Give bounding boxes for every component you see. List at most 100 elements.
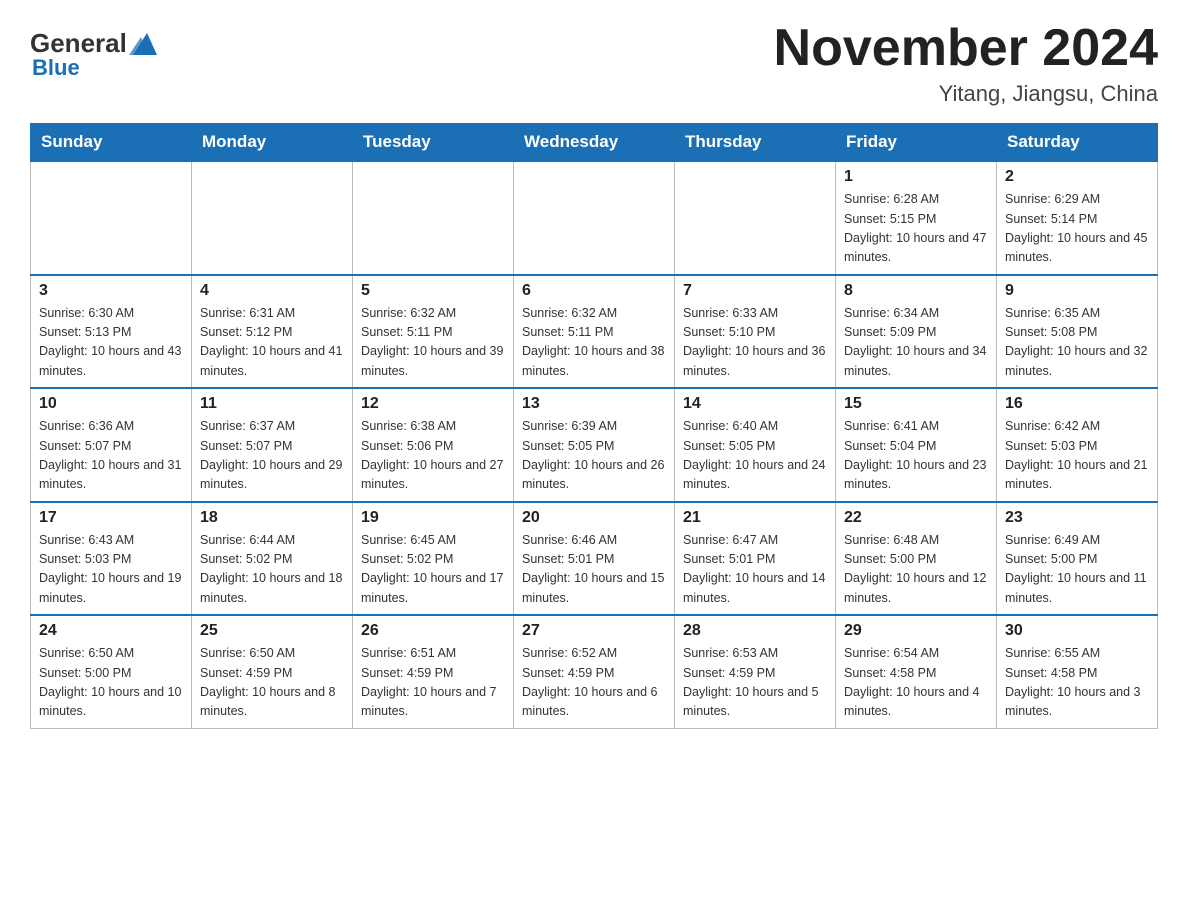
weekday-header-monday: Monday xyxy=(192,124,353,162)
day-number: 24 xyxy=(39,622,183,640)
calendar-cell: 18Sunrise: 6:44 AM Sunset: 5:02 PM Dayli… xyxy=(192,502,353,616)
day-number: 6 xyxy=(522,282,666,300)
day-number: 30 xyxy=(1005,622,1149,640)
calendar-cell: 5Sunrise: 6:32 AM Sunset: 5:11 PM Daylig… xyxy=(353,275,514,389)
day-number: 22 xyxy=(844,509,988,527)
day-number: 8 xyxy=(844,282,988,300)
week-row-5: 24 Sunrise: 6:50 AM Sunset: 5:00 PM Dayli… xyxy=(31,615,1158,728)
day-info: Sunrise: 6:50 AM Sunset: 5:00 PM Dayligh… xyxy=(39,644,183,722)
day-number: 14 xyxy=(683,395,827,413)
day-info: Sunrise: 6:55 AM Sunset: 4:58 PM Dayligh… xyxy=(1005,644,1149,722)
calendar-cell: 30 Sunrise: 6:55 AM Sunset: 4:58 PM Dayli… xyxy=(997,615,1158,728)
day-info: Sunrise: 6:31 AM Sunset: 5:12 PM Dayligh… xyxy=(200,304,344,382)
calendar-cell xyxy=(353,161,514,275)
day-info: Sunrise: 6:42 AM Sunset: 5:03 PM Dayligh… xyxy=(1005,417,1149,495)
calendar-cell: 4 Sunrise: 6:31 AM Sunset: 5:12 PM Daylig… xyxy=(192,275,353,389)
day-number: 13 xyxy=(522,395,666,413)
calendar-cell: 11 Sunrise: 6:37 AM Sunset: 5:07 PM Dayli… xyxy=(192,388,353,502)
calendar-cell xyxy=(514,161,675,275)
calendar-cell: 27 Sunrise: 6:52 AM Sunset: 4:59 PM Dayli… xyxy=(514,615,675,728)
calendar-cell: 17 Sunrise: 6:43 AM Sunset: 5:03 PM Dayli… xyxy=(31,502,192,616)
calendar-cell xyxy=(192,161,353,275)
weekday-header-saturday: Saturday xyxy=(997,124,1158,162)
calendar-cell: 10 Sunrise: 6:36 AM Sunset: 5:07 PM Dayli… xyxy=(31,388,192,502)
day-number: 28 xyxy=(683,622,827,640)
day-info: Sunrise: 6:41 AM Sunset: 5:04 PM Dayligh… xyxy=(844,417,988,495)
day-info: Sunrise: 6:49 AM Sunset: 5:00 PM Dayligh… xyxy=(1005,531,1149,609)
day-info: Sunrise: 6:32 AM Sunset: 5:11 PM Dayligh… xyxy=(522,304,666,382)
calendar-cell: 14 Sunrise: 6:40 AM Sunset: 5:05 PM Dayli… xyxy=(675,388,836,502)
day-number: 9 xyxy=(1005,282,1149,300)
day-info: Sunrise: 6:53 AM Sunset: 4:59 PM Dayligh… xyxy=(683,644,827,722)
calendar-cell: 1 Sunrise: 6:28 AM Sunset: 5:15 PM Daylig… xyxy=(836,161,997,275)
day-number: 18 xyxy=(200,509,344,527)
day-number: 10 xyxy=(39,395,183,413)
day-number: 27 xyxy=(522,622,666,640)
day-info: Sunrise: 6:34 AM Sunset: 5:09 PM Dayligh… xyxy=(844,304,988,382)
weekday-header-wednesday: Wednesday xyxy=(514,124,675,162)
calendar-cell: 22 Sunrise: 6:48 AM Sunset: 5:00 PM Dayli… xyxy=(836,502,997,616)
calendar-cell: 7 Sunrise: 6:33 AM Sunset: 5:10 PM Daylig… xyxy=(675,275,836,389)
day-info: Sunrise: 6:54 AM Sunset: 4:58 PM Dayligh… xyxy=(844,644,988,722)
calendar-cell: 9 Sunrise: 6:35 AM Sunset: 5:08 PM Daylig… xyxy=(997,275,1158,389)
day-info: Sunrise: 6:52 AM Sunset: 4:59 PM Dayligh… xyxy=(522,644,666,722)
calendar: SundayMondayTuesdayWednesdayThursdayFrid… xyxy=(30,123,1158,729)
weekday-header-sunday: Sunday xyxy=(31,124,192,162)
day-number: 23 xyxy=(1005,509,1149,527)
weekday-header-row: SundayMondayTuesdayWednesdayThursdayFrid… xyxy=(31,124,1158,162)
calendar-cell: 20 Sunrise: 6:46 AM Sunset: 5:01 PM Dayli… xyxy=(514,502,675,616)
day-number: 11 xyxy=(200,395,344,413)
weekday-header-thursday: Thursday xyxy=(675,124,836,162)
week-row-2: 3 Sunrise: 6:30 AM Sunset: 5:13 PM Daylig… xyxy=(31,275,1158,389)
day-number: 12 xyxy=(361,395,505,413)
day-number: 29 xyxy=(844,622,988,640)
calendar-cell: 24 Sunrise: 6:50 AM Sunset: 5:00 PM Dayli… xyxy=(31,615,192,728)
day-number: 4 xyxy=(200,282,344,300)
calendar-cell: 6 Sunrise: 6:32 AM Sunset: 5:11 PM Daylig… xyxy=(514,275,675,389)
logo: General Blue xyxy=(30,20,157,81)
day-info: Sunrise: 6:30 AM Sunset: 5:13 PM Dayligh… xyxy=(39,304,183,382)
day-info: Sunrise: 6:38 AM Sunset: 5:06 PM Dayligh… xyxy=(361,417,505,495)
week-row-3: 10 Sunrise: 6:36 AM Sunset: 5:07 PM Dayli… xyxy=(31,388,1158,502)
logo-triangle-icon xyxy=(129,33,157,55)
calendar-cell: 26 Sunrise: 6:51 AM Sunset: 4:59 PM Dayli… xyxy=(353,615,514,728)
day-number: 3 xyxy=(39,282,183,300)
day-info: Sunrise: 6:36 AM Sunset: 5:07 PM Dayligh… xyxy=(39,417,183,495)
day-number: 2 xyxy=(1005,168,1149,186)
title-area: November 2024 Yitang, Jiangsu, China xyxy=(774,20,1158,107)
logo-blue-text: Blue xyxy=(32,55,80,81)
day-number: 15 xyxy=(844,395,988,413)
day-info: Sunrise: 6:40 AM Sunset: 5:05 PM Dayligh… xyxy=(683,417,827,495)
day-number: 19 xyxy=(361,509,505,527)
day-info: Sunrise: 6:47 AM Sunset: 5:01 PM Dayligh… xyxy=(683,531,827,609)
calendar-cell: 21 Sunrise: 6:47 AM Sunset: 5:01 PM Dayli… xyxy=(675,502,836,616)
day-info: Sunrise: 6:51 AM Sunset: 4:59 PM Dayligh… xyxy=(361,644,505,722)
day-info: Sunrise: 6:45 AM Sunset: 5:02 PM Dayligh… xyxy=(361,531,505,609)
day-info: Sunrise: 6:28 AM Sunset: 5:15 PM Dayligh… xyxy=(844,190,988,268)
day-number: 17 xyxy=(39,509,183,527)
day-info: Sunrise: 6:35 AM Sunset: 5:08 PM Dayligh… xyxy=(1005,304,1149,382)
day-info: Sunrise: 6:29 AM Sunset: 5:14 PM Dayligh… xyxy=(1005,190,1149,268)
day-number: 21 xyxy=(683,509,827,527)
week-row-4: 17 Sunrise: 6:43 AM Sunset: 5:03 PM Dayli… xyxy=(31,502,1158,616)
day-info: Sunrise: 6:48 AM Sunset: 5:00 PM Dayligh… xyxy=(844,531,988,609)
calendar-cell: 8 Sunrise: 6:34 AM Sunset: 5:09 PM Daylig… xyxy=(836,275,997,389)
calendar-cell xyxy=(675,161,836,275)
day-info: Sunrise: 6:43 AM Sunset: 5:03 PM Dayligh… xyxy=(39,531,183,609)
day-number: 25 xyxy=(200,622,344,640)
day-number: 26 xyxy=(361,622,505,640)
day-info: Sunrise: 6:50 AM Sunset: 4:59 PM Dayligh… xyxy=(200,644,344,722)
weekday-header-friday: Friday xyxy=(836,124,997,162)
day-info: Sunrise: 6:37 AM Sunset: 5:07 PM Dayligh… xyxy=(200,417,344,495)
day-number: 7 xyxy=(683,282,827,300)
day-info: Sunrise: 6:46 AM Sunset: 5:01 PM Dayligh… xyxy=(522,531,666,609)
calendar-cell: 15 Sunrise: 6:41 AM Sunset: 5:04 PM Dayli… xyxy=(836,388,997,502)
day-number: 1 xyxy=(844,168,988,186)
calendar-cell: 13Sunrise: 6:39 AM Sunset: 5:05 PM Dayli… xyxy=(514,388,675,502)
day-number: 20 xyxy=(522,509,666,527)
main-title: November 2024 xyxy=(774,20,1158,77)
calendar-cell: 29 Sunrise: 6:54 AM Sunset: 4:58 PM Dayli… xyxy=(836,615,997,728)
day-number: 5 xyxy=(361,282,505,300)
day-info: Sunrise: 6:33 AM Sunset: 5:10 PM Dayligh… xyxy=(683,304,827,382)
subtitle: Yitang, Jiangsu, China xyxy=(774,81,1158,107)
